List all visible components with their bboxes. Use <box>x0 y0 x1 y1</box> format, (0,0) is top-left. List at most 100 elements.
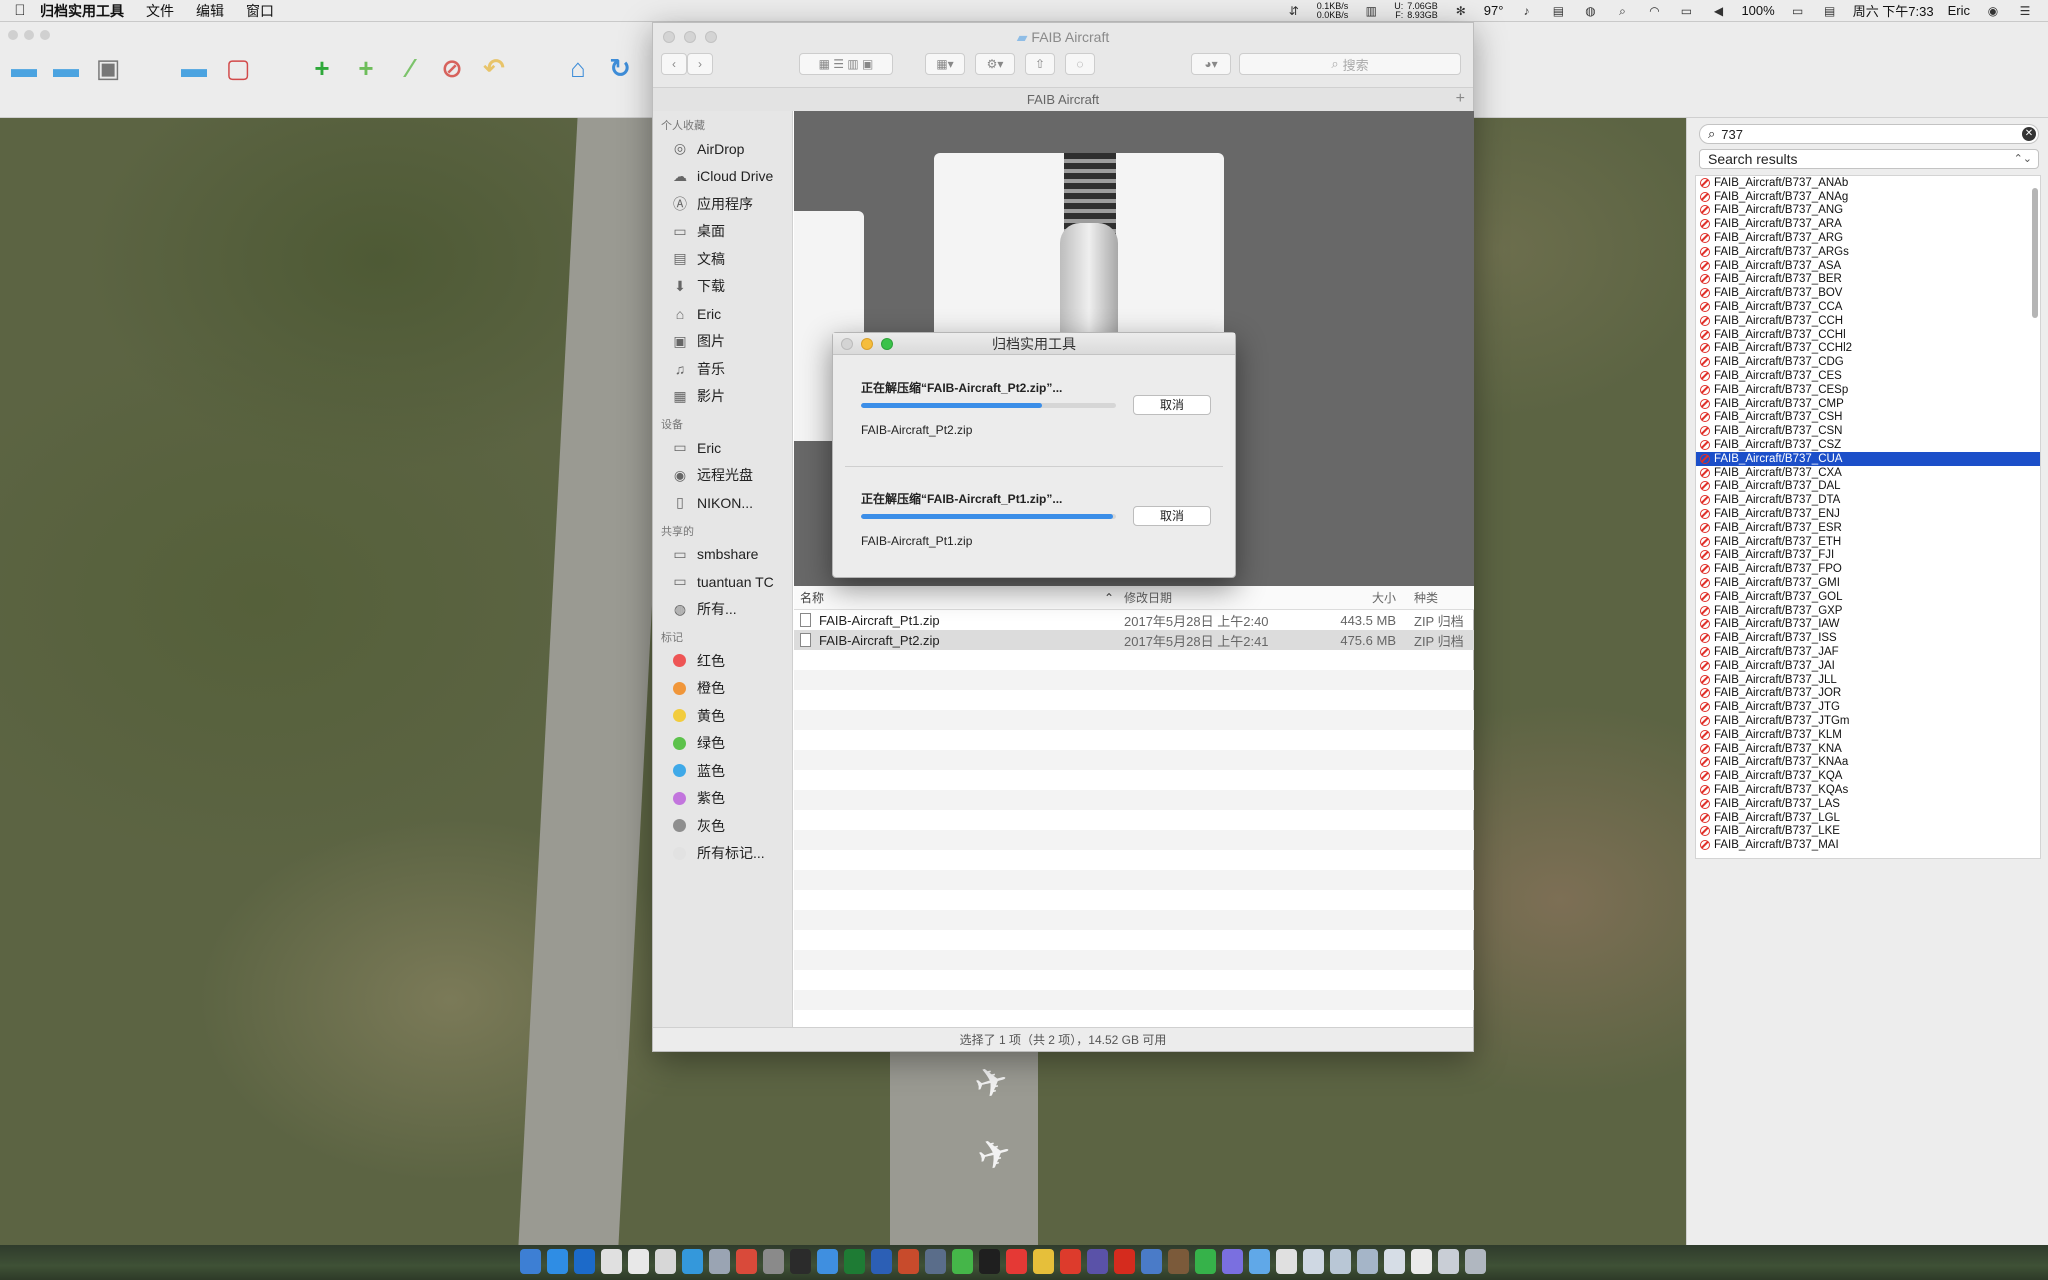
sidebar-tag-item[interactable]: 紫色 <box>653 785 792 813</box>
dock-app-icon[interactable] <box>1249 1249 1270 1274</box>
dock-app-icon[interactable] <box>1411 1249 1432 1274</box>
sidebar-favorite-item[interactable]: ▤ 文稿 <box>653 245 792 273</box>
search-result-item[interactable]: FAIB_Aircraft/B737_KLM <box>1696 728 2040 742</box>
sidebar-shared-item[interactable]: ▭ tuantuan TC <box>653 568 792 596</box>
search-result-item[interactable]: FAIB_Aircraft/B737_JLL <box>1696 673 2040 687</box>
search-result-item[interactable]: FAIB_Aircraft/B737_KQAs <box>1696 783 2040 797</box>
sidebar-favorite-item[interactable]: ▭ 桌面 <box>653 218 792 246</box>
search-result-item[interactable]: FAIB_Aircraft/B737_ASA <box>1696 259 2040 273</box>
search-result-item[interactable]: FAIB_Aircraft/B737_ISS <box>1696 631 2040 645</box>
search-result-item[interactable]: FAIB_Aircraft/B737_ETH <box>1696 535 2040 549</box>
dock-app-icon[interactable] <box>898 1249 919 1274</box>
sidebar-favorite-item[interactable]: ♫ 音乐 <box>653 355 792 383</box>
sidebar-tag-item[interactable]: 绿色 <box>653 730 792 758</box>
search-result-item[interactable]: FAIB_Aircraft/B737_CUA <box>1696 451 2040 466</box>
search-result-item[interactable]: FAIB_Aircraft/B737_CSN <box>1696 424 2040 438</box>
column-kind[interactable]: 种类 <box>1414 589 1474 606</box>
search-result-item[interactable]: FAIB_Aircraft/B737_GXP <box>1696 604 2040 618</box>
sidebar-favorite-item[interactable]: ◎ AirDrop <box>653 135 792 163</box>
airplay-icon[interactable]: ▭ <box>1677 4 1695 18</box>
search-result-item[interactable]: FAIB_Aircraft/B737_CES <box>1696 369 2040 383</box>
search-result-item[interactable]: FAIB_Aircraft/B737_BER <box>1696 273 2040 287</box>
dock-app-icon[interactable] <box>925 1249 946 1274</box>
import-folder-icon[interactable]: ▬ <box>178 52 210 84</box>
sidebar-shared-item[interactable]: ▭ smbshare <box>653 541 792 569</box>
dock-app-icon[interactable] <box>1033 1249 1054 1274</box>
dock-app-icon[interactable] <box>1465 1249 1486 1274</box>
column-size[interactable]: 大小 <box>1324 589 1414 606</box>
menu-edit[interactable]: 编辑 <box>196 1 224 21</box>
file-row[interactable]: FAIB-Aircraft_Pt1.zip 2017年5月28日 上午2:40 44… <box>794 610 1474 630</box>
dock-app-icon[interactable] <box>1276 1249 1297 1274</box>
dock-app-icon[interactable] <box>1141 1249 1162 1274</box>
search-result-item[interactable]: FAIB_Aircraft/B737_IAW <box>1696 618 2040 632</box>
dock-app-icon[interactable] <box>871 1249 892 1274</box>
brush-icon[interactable]: ⁄ <box>394 52 426 84</box>
dock-app-icon[interactable] <box>628 1249 649 1274</box>
wifi-icon[interactable]: ◠ <box>1645 4 1663 18</box>
search-result-item[interactable]: FAIB_Aircraft/B737_ANAg <box>1696 190 2040 204</box>
column-name[interactable]: 名称 ⌃ <box>794 589 1124 606</box>
save-icon[interactable]: ▣ <box>92 52 124 84</box>
search-result-item[interactable]: FAIB_Aircraft/B737_CCHl <box>1696 328 2040 342</box>
sidebar-device-item[interactable]: ▭ Eric <box>653 434 792 462</box>
dock-app-icon[interactable] <box>1357 1249 1378 1274</box>
search-result-item[interactable]: FAIB_Aircraft/B737_CCA <box>1696 300 2040 314</box>
search-result-item[interactable]: FAIB_Aircraft/B737_KQA <box>1696 769 2040 783</box>
search-result-item[interactable]: FAIB_Aircraft/B737_JOR <box>1696 686 2040 700</box>
dock-app-icon[interactable] <box>736 1249 757 1274</box>
dock-app-icon[interactable] <box>1303 1249 1324 1274</box>
search-icon[interactable]: ⌕ <box>1613 4 1631 18</box>
dock-app-icon[interactable] <box>520 1249 541 1274</box>
dock-app-icon[interactable] <box>1114 1249 1135 1274</box>
dock-app-icon[interactable] <box>655 1249 676 1274</box>
search-result-item[interactable]: FAIB_Aircraft/B737_FJI <box>1696 549 2040 563</box>
search-result-item[interactable]: FAIB_Aircraft/B737_MAI <box>1696 838 2040 852</box>
search-result-item[interactable]: FAIB_Aircraft/B737_LGL <box>1696 811 2040 825</box>
dock-app-icon[interactable] <box>1087 1249 1108 1274</box>
back-button[interactable]: ‹ <box>661 53 687 75</box>
search-result-item[interactable]: FAIB_Aircraft/B737_CESp <box>1696 383 2040 397</box>
dock-app-icon[interactable] <box>817 1249 838 1274</box>
sidebar-favorite-item[interactable]: ▣ 图片 <box>653 328 792 356</box>
add-light-icon[interactable]: + <box>350 52 382 84</box>
dock-app-icon[interactable] <box>979 1249 1000 1274</box>
sidebar-tag-item[interactable]: 黄色 <box>653 702 792 730</box>
sidebar-favorite-item[interactable]: ⬇ 下载 <box>653 273 792 301</box>
notification-bell-icon[interactable]: ♪ <box>1517 4 1535 18</box>
scrollbar[interactable] <box>2032 188 2038 318</box>
clock[interactable]: 周六 下午7:33 <box>1853 1 1934 20</box>
search-result-item[interactable]: FAIB_Aircraft/B737_FPO <box>1696 562 2040 576</box>
search-result-item[interactable]: FAIB_Aircraft/B737_GOL <box>1696 590 2040 604</box>
clear-search-icon[interactable]: ✕ <box>2022 127 2036 141</box>
add-icon[interactable]: + <box>306 52 338 84</box>
dock-app-icon[interactable] <box>1330 1249 1351 1274</box>
wechat-icon[interactable]: ◍ <box>1581 4 1599 18</box>
dock-app-icon[interactable] <box>1060 1249 1081 1274</box>
siri-icon[interactable]: ◉ <box>1984 4 2002 18</box>
action-gear-button[interactable]: ⚙▾ <box>975 53 1015 75</box>
search-result-item[interactable]: FAIB_Aircraft/B737_LAS <box>1696 797 2040 811</box>
new-folder-icon[interactable]: ▬ <box>8 52 40 84</box>
search-result-item[interactable]: FAIB_Aircraft/B737_ARA <box>1696 217 2040 231</box>
search-scope-select[interactable]: Search results ⌃⌄ <box>1699 149 2039 169</box>
fan-icon[interactable]: ✻ <box>1452 4 1470 18</box>
dock-app-icon[interactable] <box>1195 1249 1216 1274</box>
search-result-item[interactable]: FAIB_Aircraft/B737_CCHl2 <box>1696 342 2040 356</box>
search-result-item[interactable]: FAIB_Aircraft/B737_ENJ <box>1696 507 2040 521</box>
search-result-item[interactable]: FAIB_Aircraft/B737_ARGs <box>1696 245 2040 259</box>
view-mode-segmented[interactable]: ▦ ☰ ▥ ▣ <box>799 53 893 75</box>
apple-menu-icon[interactable]:  <box>0 2 40 19</box>
undo-icon[interactable]: ↶ <box>478 52 510 84</box>
notification-center-icon[interactable]: ☰ <box>2016 4 2034 18</box>
dock-app-icon[interactable] <box>574 1249 595 1274</box>
search-result-item[interactable]: FAIB_Aircraft/B737_BOV <box>1696 286 2040 300</box>
export-icon[interactable]: ▢ <box>222 52 254 84</box>
search-result-item[interactable]: FAIB_Aircraft/B737_LKE <box>1696 824 2040 838</box>
input-source-flag-icon[interactable]: ▤ <box>1821 4 1839 18</box>
new-tab-button[interactable]: + <box>1456 87 1465 111</box>
rotate-icon[interactable]: ↻ <box>604 52 636 84</box>
dialog-zoom-button[interactable] <box>881 338 893 350</box>
sidebar-favorite-item[interactable]: Ⓐ 应用程序 <box>653 190 792 218</box>
forward-button[interactable]: › <box>687 53 713 75</box>
